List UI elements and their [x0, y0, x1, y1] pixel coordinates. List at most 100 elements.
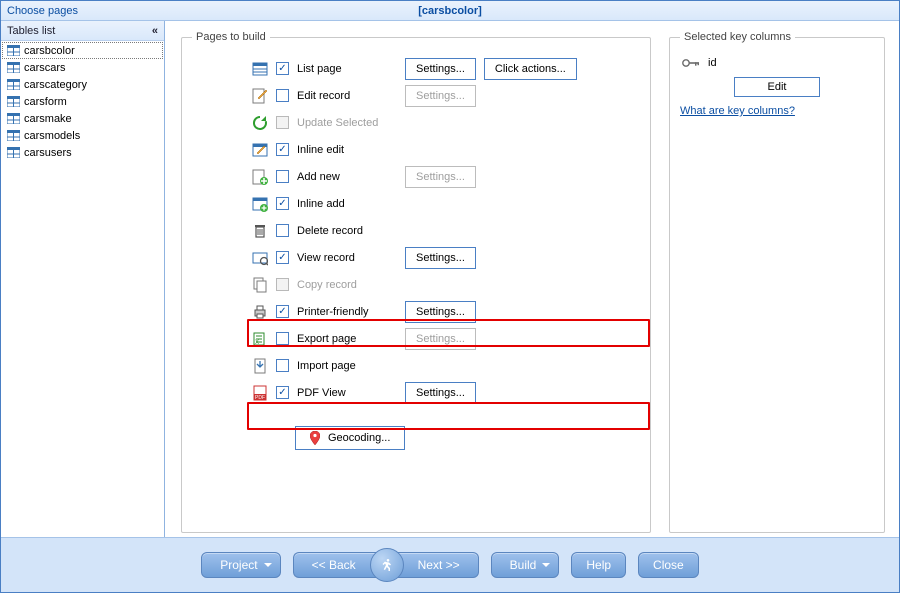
tables-list: carsbcolor carscars carscategory carsform ca…: [1, 41, 164, 162]
table-item-carscategory[interactable]: carscategory: [2, 76, 163, 93]
table-item-label: carsform: [24, 96, 67, 108]
export-icon: X: [252, 331, 268, 347]
svg-text:X: X: [255, 340, 259, 346]
print-settings-button[interactable]: Settings...: [405, 301, 476, 323]
export-settings-button: Settings...: [405, 328, 476, 350]
titlebar-center: [carsbcolor]: [164, 5, 736, 17]
view-settings-button[interactable]: Settings...: [405, 247, 476, 269]
titlebar-left: Choose pages: [1, 5, 164, 17]
sidebar: Tables list « carsbcolor carscars carscate…: [1, 21, 165, 539]
table-item-label: carscars: [24, 62, 66, 74]
sidebar-collapse-icon[interactable]: «: [152, 25, 158, 37]
table-icon: [7, 147, 20, 158]
edit-checkbox[interactable]: [276, 89, 289, 102]
page-row-import: Import page: [252, 352, 640, 379]
runner-icon: [379, 557, 395, 573]
what-are-key-columns-link[interactable]: What are key columns?: [680, 105, 795, 117]
pdf-settings-button[interactable]: Settings...: [405, 382, 476, 404]
page-row-delete: Delete record: [252, 217, 640, 244]
list-settings-button[interactable]: Settings...: [405, 58, 476, 80]
table-icon: [7, 130, 20, 141]
inline-add-label: Inline add: [297, 198, 397, 210]
table-item-carsbcolor[interactable]: carsbcolor: [2, 42, 163, 59]
page-row-pdf: PDF ✓ PDF View Settings...: [252, 379, 640, 406]
export-label: Export page: [297, 333, 397, 345]
table-icon: [7, 62, 20, 73]
key-column-name: id: [708, 57, 717, 69]
page-row-copy: Copy record: [252, 271, 640, 298]
view-checkbox[interactable]: ✓: [276, 251, 289, 264]
table-icon: [7, 79, 20, 90]
inline-add-checkbox[interactable]: ✓: [276, 197, 289, 210]
page-row-refresh: Update Selected: [252, 109, 640, 136]
view-icon: [252, 250, 268, 266]
inline-add-icon: [252, 196, 268, 212]
pin-icon: [310, 431, 320, 445]
edit-icon: [252, 88, 268, 104]
copy-icon: [252, 277, 268, 293]
inline-edit-checkbox[interactable]: ✓: [276, 143, 289, 156]
table-item-carsusers[interactable]: carsusers: [2, 144, 163, 161]
inline-edit-icon: [252, 142, 268, 158]
nav-group: << Back Next >>: [293, 548, 479, 582]
import-checkbox[interactable]: [276, 359, 289, 372]
geocoding-button[interactable]: Geocoding...: [295, 426, 405, 450]
delete-checkbox[interactable]: [276, 224, 289, 237]
add-settings-button: Settings...: [405, 166, 476, 188]
key-icon: [682, 58, 700, 68]
edit-settings-button: Settings...: [405, 85, 476, 107]
table-item-carsmake[interactable]: carsmake: [2, 110, 163, 127]
table-item-label: carsusers: [24, 147, 72, 159]
build-button[interactable]: Build: [491, 552, 560, 578]
project-button[interactable]: Project: [201, 552, 280, 578]
close-button[interactable]: Close: [638, 552, 699, 578]
page-row-print: ✓ Printer-friendly Settings...: [252, 298, 640, 325]
table-item-label: carsmake: [24, 113, 72, 125]
add-label: Add new: [297, 171, 397, 183]
page-row-view: ✓ View record Settings...: [252, 244, 640, 271]
list-click-actions-button[interactable]: Click actions...: [484, 58, 577, 80]
pdf-checkbox[interactable]: ✓: [276, 386, 289, 399]
page-row-list: ✓ List page Settings... Click actions...: [252, 55, 640, 82]
page-row-inline-add: ✓ Inline add: [252, 190, 640, 217]
export-checkbox[interactable]: [276, 332, 289, 345]
pdf-label: PDF View: [297, 387, 397, 399]
refresh-label: Update Selected: [297, 117, 397, 129]
help-button[interactable]: Help: [571, 552, 626, 578]
key-columns-legend: Selected key columns: [680, 31, 795, 43]
print-icon: [252, 304, 268, 320]
titlebar: Choose pages [carsbcolor]: [1, 1, 899, 21]
table-item-carscars[interactable]: carscars: [2, 59, 163, 76]
svg-text:PDF: PDF: [255, 395, 265, 401]
table-icon: [7, 113, 20, 124]
list-label: List page: [297, 63, 397, 75]
delete-label: Delete record: [297, 225, 397, 237]
table-item-label: carsmodels: [24, 130, 80, 142]
page-row-edit: Edit record Settings...: [252, 82, 640, 109]
view-label: View record: [297, 252, 397, 264]
print-checkbox[interactable]: ✓: [276, 305, 289, 318]
list-icon: [252, 61, 268, 77]
pages-legend: Pages to build: [192, 31, 270, 43]
table-icon: [7, 96, 20, 107]
table-item-carsform[interactable]: carsform: [2, 93, 163, 110]
page-row-inline-edit: ✓ Inline edit: [252, 136, 640, 163]
inline-edit-label: Inline edit: [297, 144, 397, 156]
nav-circle: [370, 548, 404, 582]
add-icon: [252, 169, 268, 185]
sidebar-title: Tables list: [7, 25, 55, 37]
add-checkbox[interactable]: [276, 170, 289, 183]
edit-label: Edit record: [297, 90, 397, 102]
list-checkbox[interactable]: ✓: [276, 62, 289, 75]
key-columns-fieldset: Selected key columns id Edit What are ke…: [669, 31, 885, 533]
copy-label: Copy record: [297, 279, 397, 291]
print-label: Printer-friendly: [297, 306, 397, 318]
table-item-label: carscategory: [24, 79, 87, 91]
table-item-carsmodels[interactable]: carsmodels: [2, 127, 163, 144]
import-label: Import page: [297, 360, 397, 372]
edit-key-columns-button[interactable]: Edit: [734, 77, 820, 97]
next-button[interactable]: Next >>: [392, 552, 479, 578]
bottom-bar: Project << Back Next >> Build Help Close: [1, 537, 899, 592]
back-button[interactable]: << Back: [293, 552, 382, 578]
table-item-label: carsbcolor: [24, 45, 75, 57]
